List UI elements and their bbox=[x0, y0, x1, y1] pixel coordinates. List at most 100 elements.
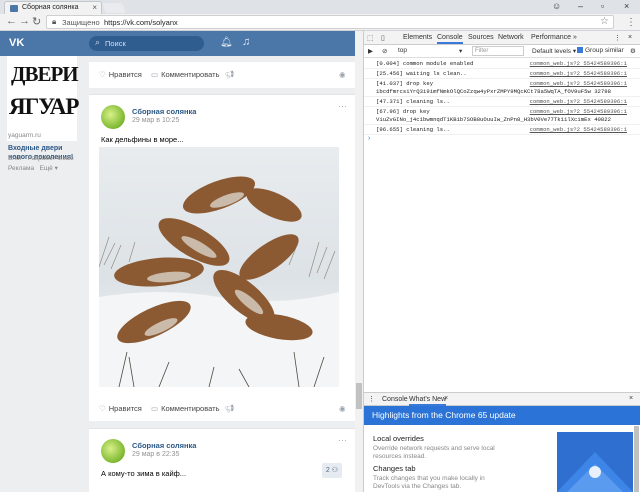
log-message-detail: 1bcdfmrcsiYrQ3i9imfNmkOlQCoZzqw4yPxrZMPY… bbox=[376, 88, 611, 95]
minimize-icon[interactable]: – bbox=[578, 1, 583, 11]
whats-new-item-desc: Override network requests and serve loca… bbox=[373, 445, 495, 460]
browser-tab[interactable]: Сборная солянка × bbox=[4, 1, 102, 14]
log-levels-select[interactable]: Default levels ▾ bbox=[532, 47, 576, 55]
log-source-link[interactable]: common_web.js?2 55424589396:1 bbox=[530, 108, 627, 115]
device-toolbar-icon[interactable]: ▯ bbox=[381, 34, 385, 42]
ad-domain[interactable]: yaguarm.ru bbox=[8, 132, 41, 139]
devtools-drawer: ⋮ Console What's New × × Highlights from… bbox=[364, 392, 640, 492]
close-whats-new-icon[interactable]: × bbox=[444, 395, 448, 402]
post-text: Как дельфины в море... bbox=[101, 135, 184, 144]
url-text[interactable]: https://vk.com/solyanx bbox=[104, 18, 178, 27]
post-menu-icon[interactable]: ··· bbox=[338, 101, 347, 111]
friends-online-badge[interactable]: 2 ⚇ bbox=[322, 463, 342, 478]
comment-icon: ▭ bbox=[151, 404, 159, 413]
console-toolbar: ▶ ⊘ top ▾ Filter Default levels ▾ Group … bbox=[364, 45, 640, 58]
whats-new-item-title[interactable]: Local overrides bbox=[373, 434, 424, 443]
tab-elements[interactable]: Elements bbox=[403, 34, 432, 41]
tab-network[interactable]: Network bbox=[498, 34, 524, 41]
views-icon: ◉ bbox=[339, 404, 346, 413]
forward-icon[interactable]: → bbox=[19, 15, 30, 27]
like-button[interactable]: ♡ Нравится bbox=[99, 70, 142, 79]
devtools-tabs: ⬚ ▯ Elements Console Sources Network Per… bbox=[364, 31, 640, 45]
notifications-bell-icon[interactable]: 🔔︎ bbox=[220, 37, 233, 48]
clear-console-icon[interactable]: ⊘ bbox=[382, 47, 387, 55]
whats-new-item-title[interactable]: Changes tab bbox=[373, 464, 416, 473]
page-scrollbar[interactable] bbox=[355, 31, 363, 492]
devtools-panel: ⬚ ▯ Elements Console Sources Network Per… bbox=[363, 31, 640, 492]
console-filter-input[interactable]: Filter bbox=[472, 46, 524, 56]
highlights-banner: Highlights from the Chrome 65 update bbox=[364, 406, 640, 425]
security-label: Защищено bbox=[62, 18, 100, 27]
new-tab-button[interactable] bbox=[102, 3, 126, 13]
comment-button[interactable]: ▭ Комментировать bbox=[151, 70, 219, 79]
omnibox[interactable]: 🔒︎ Защищено https://vk.com/solyanx ☆ bbox=[46, 15, 614, 29]
log-source-link[interactable]: common_web.js?2 55424589396:1 bbox=[530, 70, 627, 77]
heart-icon: ♡ bbox=[99, 404, 106, 413]
link-ads[interactable]: Реклама bbox=[8, 165, 34, 172]
drawer-scrollbar[interactable] bbox=[634, 426, 639, 492]
chrome-menu-icon[interactable]: ⋮ bbox=[626, 17, 636, 28]
reload-icon[interactable]: ↻ bbox=[32, 15, 41, 28]
log-message: [47.371] cleaning ls.. bbox=[376, 98, 450, 105]
log-source-link[interactable]: common_web.js?2 55424589396:1 bbox=[530, 126, 627, 133]
vk-logo-icon[interactable]: VK bbox=[9, 37, 25, 49]
context-dropdown-icon[interactable]: ▾ bbox=[459, 47, 462, 55]
post-date[interactable]: 29 мар в 22:35 bbox=[132, 451, 179, 458]
ad-image[interactable]: ДВЕРИ ЯГУАР bbox=[7, 56, 79, 141]
share-icon[interactable]: 📢︎ bbox=[225, 404, 238, 413]
post-photo-foxes[interactable] bbox=[99, 147, 339, 387]
profile-icon[interactable]: ☺ bbox=[552, 1, 561, 11]
share-icon[interactable]: 📢︎ bbox=[225, 70, 238, 79]
group-similar-checkbox[interactable]: Group similar bbox=[577, 47, 624, 54]
tab-more[interactable]: » bbox=[573, 34, 577, 41]
post-menu-icon[interactable]: ··· bbox=[338, 435, 347, 445]
drawer-tab-console[interactable]: Console bbox=[382, 396, 408, 403]
page-scrollbar-thumb[interactable] bbox=[356, 383, 362, 409]
whats-new-thumbnail[interactable] bbox=[557, 432, 633, 492]
console-settings-icon[interactable]: ⚙ bbox=[630, 47, 636, 55]
highlights-title: Highlights from the Chrome 65 update bbox=[372, 410, 516, 420]
drawer-toggle-icon[interactable]: ▶ bbox=[368, 47, 373, 55]
left-links: Блог Разработчикам bbox=[8, 155, 74, 162]
log-source-link[interactable]: common_web.js?2 55424589396:1 bbox=[530, 80, 627, 87]
avatar[interactable] bbox=[101, 105, 125, 129]
avatar[interactable] bbox=[101, 439, 125, 463]
close-tab-icon[interactable]: × bbox=[92, 3, 97, 12]
devtools-menu-icon[interactable]: ⋮ bbox=[614, 34, 621, 42]
drawer-tab-whats-new[interactable]: What's New bbox=[409, 396, 447, 406]
address-toolbar: ← → ↻ 🔒︎ Защищено https://vk.com/solyanx… bbox=[0, 14, 640, 31]
vk-search-input[interactable]: ⌕ Поиск bbox=[89, 36, 204, 51]
devtools-close-icon[interactable]: × bbox=[628, 34, 632, 41]
drawer-menu-icon[interactable]: ⋮ bbox=[368, 395, 375, 403]
drawer-close-icon[interactable]: × bbox=[629, 395, 633, 402]
post-date[interactable]: 29 мар в 10:25 bbox=[132, 117, 179, 124]
post-author[interactable]: Сборная солянка bbox=[132, 441, 196, 450]
link-more[interactable]: Ещё ▾ bbox=[40, 165, 58, 172]
chrome-update-illustration bbox=[557, 432, 633, 492]
whats-new-item-desc: Track changes that you make locally in D… bbox=[373, 475, 485, 490]
browser-tab-bar: Сборная солянка × ☺ – ▫ × bbox=[0, 0, 640, 14]
post-card: Сборная солянка 29 мар в 10:25 ··· Как д… bbox=[89, 94, 355, 421]
inspect-element-icon[interactable]: ⬚ bbox=[367, 34, 374, 42]
console-log-entry: [96.655] cleaning ls.. common_web.js?2 5… bbox=[364, 125, 640, 135]
console-prompt-icon[interactable]: › bbox=[368, 135, 370, 142]
music-icon[interactable]: ♫ bbox=[242, 36, 250, 48]
tab-performance[interactable]: Performance bbox=[531, 34, 571, 41]
close-window-icon[interactable]: × bbox=[624, 1, 629, 11]
bookmark-star-icon[interactable]: ☆ bbox=[600, 16, 609, 27]
context-select[interactable]: top bbox=[398, 47, 407, 54]
log-source-link[interactable]: common_web.js?2 55424589396:1 bbox=[530, 98, 627, 105]
comment-button[interactable]: ▭ Комментировать bbox=[151, 404, 219, 413]
link-developers[interactable]: Разработчикам bbox=[27, 155, 73, 162]
back-icon[interactable]: ← bbox=[6, 15, 17, 27]
maximize-icon[interactable]: ▫ bbox=[601, 1, 604, 11]
like-button[interactable]: ♡ Нравится bbox=[99, 404, 142, 413]
tab-sources[interactable]: Sources bbox=[468, 34, 494, 41]
post-author[interactable]: Сборная солянка bbox=[132, 107, 196, 116]
log-source-link[interactable]: common_web.js?2 55424589396:1 bbox=[530, 60, 627, 67]
log-message-detail: ViuZvGINo_j4c1bwmnqdT1KB1b7SOB8uOuuIw_Zn… bbox=[376, 116, 611, 123]
post-actions: ♡ Нравится ▭ Комментировать 📢︎ ◉ bbox=[89, 401, 355, 417]
vk-page: VK ⌕ Поиск 🔔︎ ♫ ДВЕРИ ЯГУАР Входные двер… bbox=[0, 31, 363, 492]
tab-console[interactable]: Console bbox=[437, 34, 463, 44]
link-blog[interactable]: Блог bbox=[8, 155, 22, 162]
